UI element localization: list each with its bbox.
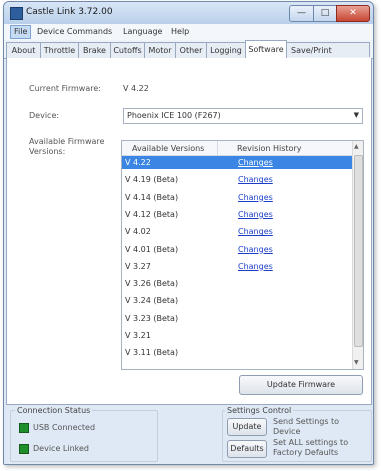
- table-row[interactable]: V 3.21: [122, 329, 352, 342]
- menu-bar: File Device Commands Language Help: [4, 24, 373, 40]
- changes-link[interactable]: Changes: [238, 245, 273, 254]
- version-cell: V 3.21: [125, 331, 151, 340]
- table-row[interactable]: V 3.11 (Beta): [122, 346, 352, 359]
- changes-link[interactable]: Changes: [238, 193, 273, 202]
- device-linked-led: [19, 444, 29, 454]
- tab-about[interactable]: About: [6, 42, 41, 58]
- col-revision-history[interactable]: Revision History: [237, 144, 301, 153]
- version-cell: V 3.23 (Beta): [125, 313, 179, 323]
- update-settings-button[interactable]: Update: [227, 418, 267, 436]
- table-row[interactable]: V 4.22 Changes: [122, 156, 352, 169]
- table-row[interactable]: V 3.23 (Beta): [122, 312, 352, 325]
- changes-link[interactable]: Changes: [238, 210, 273, 219]
- current-firmware-label: Current Firmware:: [29, 84, 101, 93]
- app-icon: [10, 7, 23, 20]
- device-linked-label: Device Linked: [33, 444, 89, 453]
- table-row[interactable]: V 4.01 (Beta) Changes: [122, 243, 352, 256]
- version-cell: V 4.22: [125, 158, 151, 167]
- changes-link[interactable]: Changes: [238, 175, 273, 184]
- tab-brake[interactable]: Brake: [78, 42, 111, 58]
- scroll-thumb[interactable]: [354, 155, 363, 347]
- menu-help[interactable]: Help: [168, 26, 192, 38]
- version-cell: V 4.14 (Beta): [125, 192, 179, 202]
- version-cell: V 4.19 (Beta): [125, 175, 179, 185]
- close-button[interactable]: ✕: [336, 5, 370, 22]
- table-row[interactable]: V 3.27 Changes: [122, 260, 352, 273]
- menu-file[interactable]: File: [10, 25, 32, 39]
- update-settings-description: Send Settings to Device: [273, 417, 340, 436]
- table-row[interactable]: V 4.19 (Beta) Changes: [122, 173, 352, 186]
- tab-cutoffs[interactable]: Cutoffs: [110, 42, 145, 58]
- title-bar[interactable]: Castle Link 3.72.00 — □ ✕: [4, 2, 373, 24]
- column-divider: [217, 141, 218, 155]
- settings-control-group: Settings Control Update Send Settings to…: [222, 406, 372, 462]
- vertical-scrollbar[interactable]: ▲ ▼: [352, 141, 363, 369]
- menu-device-commands[interactable]: Device Commands: [34, 26, 115, 38]
- version-cell: V 4.12 (Beta): [125, 209, 179, 219]
- table-row[interactable]: V 4.14 (Beta) Changes: [122, 191, 352, 204]
- device-select[interactable]: Phoenix ICE 100 (F267) ▼: [123, 108, 363, 124]
- version-cell: V 3.26 (Beta): [125, 279, 179, 289]
- window-title: Castle Link 3.72.00: [26, 7, 113, 17]
- version-cell: V 4.01 (Beta): [125, 244, 179, 254]
- scroll-down-icon[interactable]: ▼: [354, 359, 359, 366]
- tab-save-print[interactable]: Save/Print: [286, 42, 370, 57]
- version-cell: V 3.27: [125, 261, 151, 271]
- castle-link-window: Castle Link 3.72.00 — □ ✕ File Device Co…: [3, 1, 374, 465]
- minimize-button[interactable]: —: [289, 5, 314, 22]
- defaults-button[interactable]: Defaults: [227, 440, 267, 458]
- available-versions-label-line2: Versions:: [29, 147, 66, 156]
- scroll-up-icon[interactable]: ▲: [354, 143, 359, 150]
- version-cell: V 3.11 (Beta): [125, 348, 179, 358]
- changes-link[interactable]: Changes: [238, 158, 273, 167]
- tab-throttle[interactable]: Throttle: [40, 42, 79, 58]
- list-header: Available Versions Revision History: [122, 141, 352, 156]
- col-available-versions[interactable]: Available Versions: [132, 144, 204, 153]
- tab-logging[interactable]: Logging: [206, 42, 246, 58]
- usb-connected-label: USB Connected: [33, 423, 96, 432]
- available-versions-label-line1: Available Firmware: [29, 137, 105, 146]
- maximize-button[interactable]: □: [313, 5, 337, 22]
- chevron-down-icon: ▼: [353, 111, 359, 119]
- menu-language[interactable]: Language: [120, 26, 165, 38]
- usb-status-led: [19, 423, 29, 433]
- firmware-version-list[interactable]: Available Versions Revision History V 4.…: [121, 140, 364, 370]
- table-row[interactable]: V 4.12 (Beta) Changes: [122, 208, 352, 221]
- version-cell: V 4.02: [125, 227, 151, 237]
- device-select-value: Phoenix ICE 100 (F267): [127, 111, 221, 120]
- changes-link[interactable]: Changes: [238, 227, 273, 236]
- connection-status-title: Connection Status: [15, 406, 93, 415]
- tab-strip: About Throttle Brake Cutoffs Motor Other…: [4, 40, 373, 59]
- version-cell: V 3.24 (Beta): [125, 296, 179, 306]
- tab-software[interactable]: Software: [245, 40, 287, 59]
- defaults-description: Set ALL settings to Factory Defaults: [273, 438, 349, 457]
- current-firmware-value: V 4.22: [123, 84, 149, 93]
- settings-control-title: Settings Control: [225, 406, 294, 415]
- changes-link[interactable]: Changes: [238, 262, 273, 271]
- table-row[interactable]: V 3.24 (Beta): [122, 294, 352, 307]
- table-row[interactable]: V 4.02 Changes: [122, 225, 352, 238]
- software-panel: Current Firmware: V 4.22 Device: Phoenix…: [6, 58, 372, 405]
- tab-motor[interactable]: Motor: [144, 42, 176, 58]
- tab-other[interactable]: Other: [175, 42, 207, 58]
- update-firmware-button[interactable]: Update Firmware: [239, 375, 363, 395]
- connection-status-group: Connection Status USB Connected Device L…: [10, 406, 158, 462]
- table-row[interactable]: V 3.26 (Beta): [122, 277, 352, 290]
- device-label: Device:: [29, 111, 60, 120]
